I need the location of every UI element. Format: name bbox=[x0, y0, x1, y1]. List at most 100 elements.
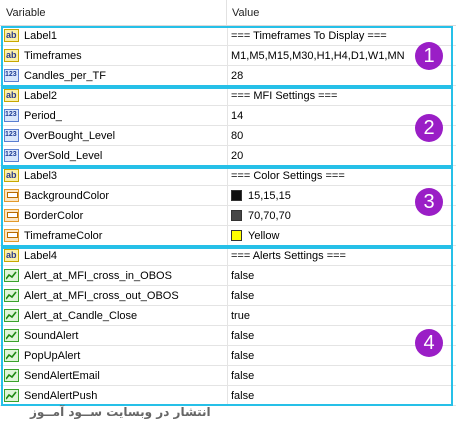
variable-value: false bbox=[231, 370, 255, 382]
table-row[interactable]: Alert_at_Candle_Close true bbox=[0, 306, 456, 326]
type-icon-label: ab bbox=[6, 250, 17, 260]
value-cell[interactable]: Yellow bbox=[227, 226, 456, 245]
column-header-variable[interactable]: Variable bbox=[6, 7, 46, 19]
type-icon-label: 123 bbox=[5, 151, 17, 158]
table-row[interactable]: 123 Period_ 14 bbox=[0, 106, 456, 126]
type-icon-label: ab bbox=[6, 90, 17, 100]
variable-cell[interactable]: ab Label3 bbox=[0, 166, 226, 185]
table-row[interactable]: 123 OverSold_Level 20 bbox=[0, 146, 456, 166]
variable-value: === Timeframes To Display === bbox=[231, 30, 387, 42]
variable-name: BackgroundColor bbox=[24, 190, 109, 202]
variable-name: Alert_at_Candle_Close bbox=[24, 310, 138, 322]
column-divider[interactable] bbox=[226, 0, 227, 25]
table-row[interactable]: BackgroundColor 15,15,15 bbox=[0, 186, 456, 206]
variable-cell[interactable]: ab Label1 bbox=[0, 26, 226, 45]
value-cell[interactable]: false bbox=[227, 386, 456, 405]
variable-value: 70,70,70 bbox=[248, 210, 291, 222]
string-type-icon: ab bbox=[4, 29, 19, 42]
value-cell[interactable]: false bbox=[227, 286, 456, 305]
boolean-type-icon bbox=[4, 309, 19, 322]
group-number-badge: 3 bbox=[415, 188, 443, 216]
boolean-type-icon bbox=[4, 269, 19, 282]
variable-cell[interactable]: 123 Candles_per_TF bbox=[0, 66, 226, 85]
table-row[interactable]: ab Label4 === Alerts Settings === bbox=[0, 246, 456, 266]
type-icon-label: ab bbox=[6, 50, 17, 60]
variable-cell[interactable]: BackgroundColor bbox=[0, 186, 226, 205]
value-cell[interactable]: === MFI Settings === bbox=[227, 86, 456, 105]
table-row[interactable]: SendAlertEmail false bbox=[0, 366, 456, 386]
variable-name: SoundAlert bbox=[24, 330, 79, 342]
type-icon-label: 123 bbox=[5, 71, 17, 78]
boolean-type-icon bbox=[4, 389, 19, 402]
variable-cell[interactable]: 123 OverBought_Level bbox=[0, 126, 226, 145]
variable-name: BorderColor bbox=[24, 210, 84, 222]
value-cell[interactable]: === Timeframes To Display === bbox=[227, 26, 456, 45]
table-row[interactable]: 123 Candles_per_TF 28 bbox=[0, 66, 456, 86]
variable-name: Label2 bbox=[24, 90, 58, 102]
variable-value: === MFI Settings === bbox=[231, 90, 338, 102]
table-header: Variable Value bbox=[0, 0, 456, 26]
value-cell[interactable]: 28 bbox=[227, 66, 456, 85]
watermark-text: انتشار در وبسایت ســود آمــوز bbox=[30, 405, 211, 419]
variable-cell[interactable]: Alert_at_MFI_cross_out_OBOS bbox=[0, 286, 226, 305]
boolean-type-icon bbox=[4, 289, 19, 302]
table-row[interactable]: ab Timeframes M1,M5,M15,M30,H1,H4,D1,W1,MN bbox=[0, 46, 456, 66]
boolean-type-icon bbox=[4, 369, 19, 382]
table-row[interactable]: 123 OverBought_Level 80 bbox=[0, 126, 456, 146]
type-icon-label: 123 bbox=[5, 131, 17, 138]
value-cell[interactable]: true bbox=[227, 306, 456, 325]
variable-value: false bbox=[231, 290, 255, 302]
variable-name: Period_ bbox=[24, 110, 62, 122]
variable-name: PopUpAlert bbox=[24, 350, 81, 362]
variable-cell[interactable]: ab Label4 bbox=[0, 246, 226, 265]
value-cell[interactable]: === Color Settings === bbox=[227, 166, 456, 185]
table-row[interactable]: BorderColor 70,70,70 bbox=[0, 206, 456, 226]
value-cell[interactable]: false bbox=[227, 266, 456, 285]
table-row[interactable]: Alert_at_MFI_cross_in_OBOS false bbox=[0, 266, 456, 286]
color-swatch[interactable] bbox=[231, 190, 242, 201]
variable-cell[interactable]: SendAlertEmail bbox=[0, 366, 226, 385]
variable-cell[interactable]: PopUpAlert bbox=[0, 346, 226, 365]
table-row[interactable]: ab Label3 === Color Settings === bbox=[0, 166, 456, 186]
color-type-icon bbox=[4, 209, 19, 222]
type-icon-label: 123 bbox=[5, 111, 17, 118]
table-row[interactable]: ab Label2 === MFI Settings === bbox=[0, 86, 456, 106]
column-header-value[interactable]: Value bbox=[232, 7, 259, 19]
color-type-icon bbox=[4, 229, 19, 242]
variable-cell[interactable]: TimeframeColor bbox=[0, 226, 226, 245]
value-cell[interactable]: 20 bbox=[227, 146, 456, 165]
table-row[interactable]: TimeframeColor Yellow bbox=[0, 226, 456, 246]
table-row[interactable]: SoundAlert false bbox=[0, 326, 456, 346]
color-swatch[interactable] bbox=[231, 210, 242, 221]
variable-cell[interactable]: ab Timeframes bbox=[0, 46, 226, 65]
variable-cell[interactable]: SoundAlert bbox=[0, 326, 226, 345]
string-type-icon: ab bbox=[4, 249, 19, 262]
variable-cell[interactable]: SendAlertPush bbox=[0, 386, 226, 405]
variable-cell[interactable]: 123 Period_ bbox=[0, 106, 226, 125]
string-type-icon: ab bbox=[4, 169, 19, 182]
table-row[interactable]: SendAlertPush false bbox=[0, 386, 456, 406]
variable-value: false bbox=[231, 390, 255, 402]
variable-name: SendAlertPush bbox=[24, 390, 98, 402]
table-row[interactable]: ab Label1 === Timeframes To Display === bbox=[0, 26, 456, 46]
variable-value: false bbox=[231, 270, 255, 282]
value-cell[interactable]: false bbox=[227, 366, 456, 385]
integer-type-icon: 123 bbox=[4, 109, 19, 122]
table-row[interactable]: Alert_at_MFI_cross_out_OBOS false bbox=[0, 286, 456, 306]
variable-cell[interactable]: ab Label2 bbox=[0, 86, 226, 105]
variable-cell[interactable]: BorderColor bbox=[0, 206, 226, 225]
table-row[interactable]: PopUpAlert false bbox=[0, 346, 456, 366]
boolean-type-icon bbox=[4, 329, 19, 342]
variable-cell[interactable]: 123 OverSold_Level bbox=[0, 146, 226, 165]
variable-value: 20 bbox=[231, 150, 244, 162]
value-cell[interactable]: === Alerts Settings === bbox=[227, 246, 456, 265]
variable-cell[interactable]: Alert_at_Candle_Close bbox=[0, 306, 226, 325]
variable-name: Alert_at_MFI_cross_in_OBOS bbox=[24, 270, 172, 282]
group-number-badge: 4 bbox=[415, 329, 443, 357]
integer-type-icon: 123 bbox=[4, 149, 19, 162]
variable-value: true bbox=[231, 310, 250, 322]
color-type-icon bbox=[4, 189, 19, 202]
variable-cell[interactable]: Alert_at_MFI_cross_in_OBOS bbox=[0, 266, 226, 285]
color-swatch[interactable] bbox=[231, 230, 242, 241]
variable-name: Alert_at_MFI_cross_out_OBOS bbox=[24, 290, 179, 302]
